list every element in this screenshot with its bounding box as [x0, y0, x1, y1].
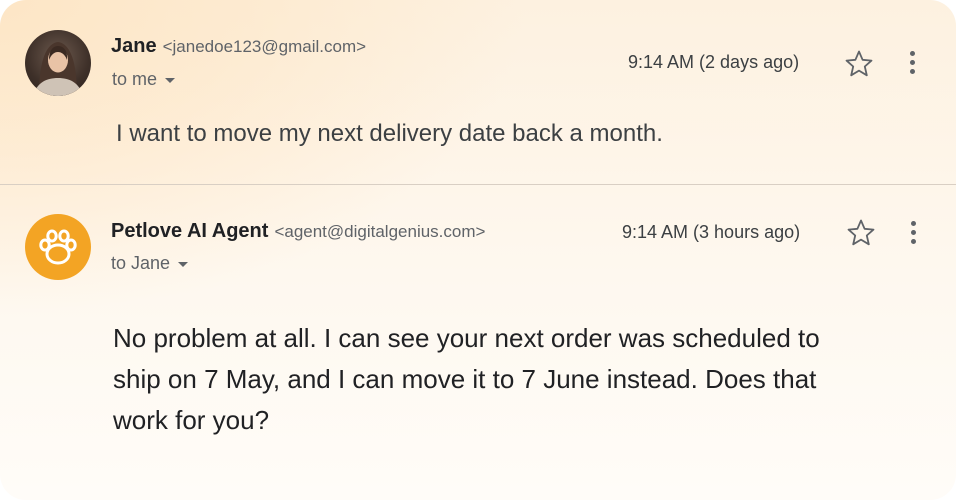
vertical-dots-icon[interactable]	[908, 51, 916, 77]
sender-email: <janedoe123@gmail.com>	[162, 37, 367, 56]
recipient-toggle[interactable]: to Jane	[111, 253, 189, 274]
recipient-label: to Jane	[111, 253, 171, 273]
sender-name[interactable]: Petlove AI Agent	[111, 220, 268, 242]
star-outline-icon[interactable]	[843, 48, 875, 80]
sender-email: <agent@digitalgenius.com>	[274, 222, 486, 241]
timestamp: 9:14 AM (3 hours ago)	[622, 222, 801, 242]
star-outline-icon[interactable]	[845, 217, 877, 249]
email-thread: Jane <janedoe123@gmail.com> to me 9:14 AM…	[0, 0, 956, 500]
recipient-toggle[interactable]: to me	[112, 69, 176, 90]
recipient-label: to me	[112, 69, 158, 89]
message-body: No problem at all. I can see your next o…	[113, 323, 820, 435]
sender-avatar-agent[interactable]	[25, 214, 91, 280]
sender-name[interactable]: Jane	[111, 35, 157, 57]
email-message-jane	[0, 0, 956, 184]
caret-down-icon	[165, 77, 176, 83]
timestamp: 9:14 AM (2 days ago)	[628, 52, 800, 72]
sender-line-agent: Petlove AI Agent <agent@digitalgenius.com…	[111, 220, 485, 243]
caret-down-icon	[178, 261, 189, 267]
vertical-dots-icon[interactable]	[909, 221, 917, 247]
sender-avatar-jane[interactable]	[25, 30, 91, 96]
paw-icon	[39, 229, 77, 265]
sender-line-jane: Jane <janedoe123@gmail.com>	[111, 35, 366, 58]
message-body: I want to move my next delivery date bac…	[116, 120, 663, 147]
